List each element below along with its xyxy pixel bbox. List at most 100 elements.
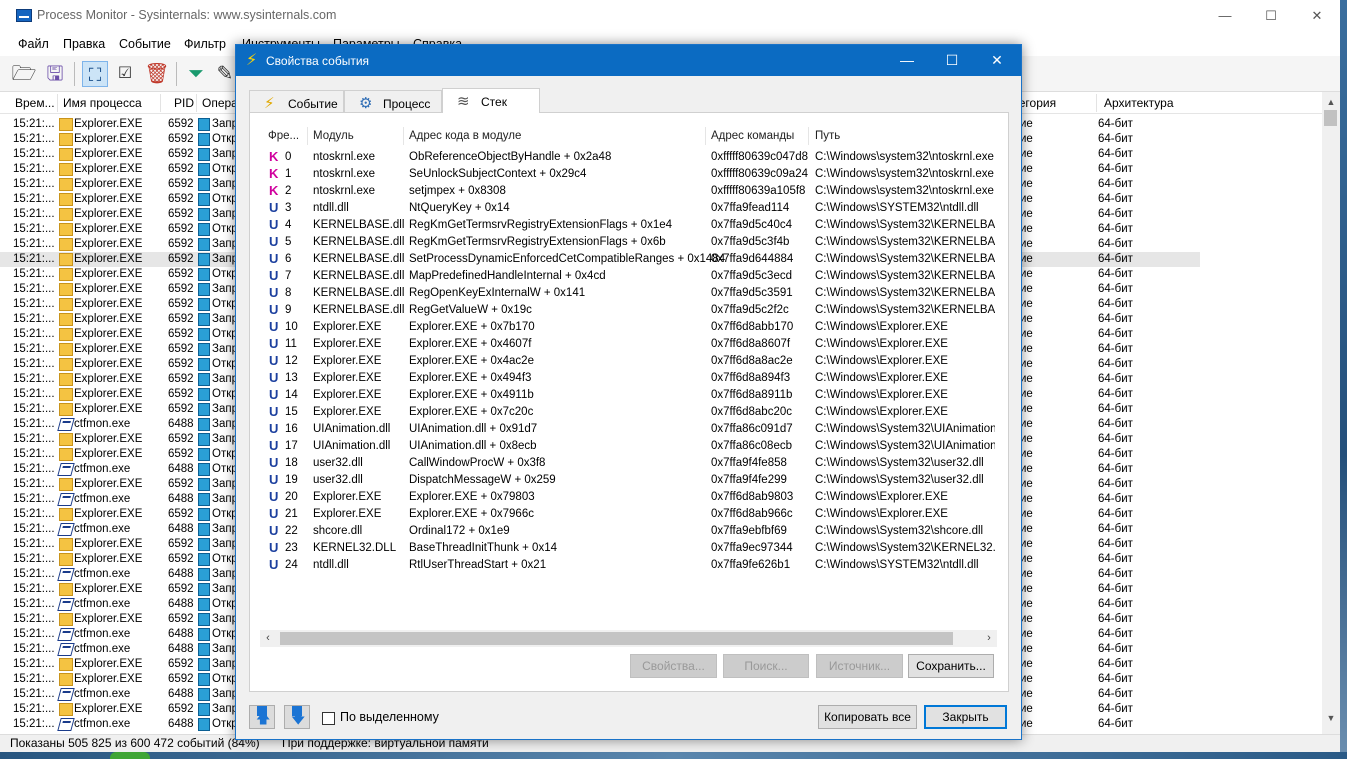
column-divider[interactable] <box>808 127 809 145</box>
properties-button[interactable]: Свойства... <box>630 654 717 678</box>
explorer-icon <box>59 433 73 446</box>
vertical-scrollbar[interactable]: ▲ ▼ <box>1322 92 1340 734</box>
stack-frame-row[interactable]: U 10 Explorer.EXE Explorer.EXE + 0x7b170 0x7… <box>250 319 1006 336</box>
stack-frame-row[interactable]: U 21 Explorer.EXE Explorer.EXE + 0x7966c 0x7… <box>250 506 1006 523</box>
cell-frame: 8 <box>285 287 292 299</box>
stack-frame-row[interactable]: U 6 KERNELBASE.dll SetProcessDynamicEnforce… <box>250 251 1006 268</box>
stack-frame-row[interactable]: U 16 UIAnimation.dll UIAnimation.dll + 0x91… <box>250 421 1006 438</box>
filter-icon[interactable]: ⏷ <box>183 61 209 87</box>
menu-event[interactable]: Событие <box>119 37 171 51</box>
tab-process[interactable]: ⚙ Процесс <box>344 90 442 112</box>
stack-frame-row[interactable]: U 19 user32.dll DispatchMessageW + 0x259 0x7… <box>250 472 1006 489</box>
column-divider[interactable] <box>705 127 706 145</box>
scroll-right-arrow[interactable]: › <box>981 630 997 647</box>
selected-only-checkbox[interactable] <box>322 712 335 725</box>
dialog-maximize-button[interactable]: ☐ <box>929 45 975 76</box>
column-divider[interactable] <box>57 94 58 112</box>
stack-frame-row[interactable]: K 0 ntoskrnl.exe ObReferenceObjectByHandle … <box>250 149 1006 166</box>
close-dialog-button[interactable]: Закрыть <box>924 705 1007 729</box>
column-divider[interactable] <box>403 127 404 145</box>
explorer-icon <box>59 478 73 491</box>
cell-architecture: 64-бит <box>1098 538 1133 550</box>
menu-filter[interactable]: Фильтр <box>184 37 226 51</box>
column-divider[interactable] <box>1096 94 1097 112</box>
scrollbar-thumb[interactable] <box>1324 110 1337 126</box>
next-event-button[interactable]: 🡇 <box>284 705 310 729</box>
capture-icon[interactable]: ⛶ <box>82 61 108 87</box>
cell-pid: 6592 <box>168 703 194 715</box>
menu-file[interactable]: Файл <box>18 37 49 51</box>
stack-frame-row[interactable]: U 13 Explorer.EXE Explorer.EXE + 0x494f3 0x7… <box>250 370 1006 387</box>
dialog-minimize-button[interactable]: — <box>884 45 930 76</box>
close-button[interactable]: ✕ <box>1294 0 1340 32</box>
stack-frame-row[interactable]: U 7 KERNELBASE.dll MapPredefinedHandleInter… <box>250 268 1006 285</box>
stack-frame-row[interactable]: U 14 Explorer.EXE Explorer.EXE + 0x4911b 0x7… <box>250 387 1006 404</box>
scroll-up-arrow[interactable]: ▲ <box>1322 94 1340 110</box>
cell-process-name: Explorer.EXE <box>74 133 143 145</box>
user-mode-icon: U <box>269 370 279 385</box>
column-architecture[interactable]: Архитектура <box>1104 96 1174 110</box>
scroll-down-arrow[interactable]: ▼ <box>1322 710 1340 726</box>
horizontal-scrollbar[interactable]: ‹ › <box>260 630 997 647</box>
cell-path: C:\Windows\Explorer.EXE <box>815 491 948 503</box>
column-pid[interactable]: PID <box>174 96 194 110</box>
minimize-button[interactable]: — <box>1202 0 1248 32</box>
column-process-name[interactable]: Имя процесса <box>63 96 142 110</box>
stack-frame-row[interactable]: U 9 KERNELBASE.dll RegGetValueW + 0x19c 0x7f… <box>250 302 1006 319</box>
stack-frame-row[interactable]: K 2 ntoskrnl.exe setjmpex + 0x8308 0xfffff80… <box>250 183 1006 200</box>
clear-icon[interactable]: 🗑 <box>144 61 170 87</box>
cell-pid: 6592 <box>168 673 194 685</box>
stack-frame-row[interactable]: U 15 Explorer.EXE Explorer.EXE + 0x7c20c 0x7… <box>250 404 1006 421</box>
stack-frame-row[interactable]: U 8 KERNELBASE.dll RegOpenKeyExInternalW + … <box>250 285 1006 302</box>
column-divider[interactable] <box>196 94 197 112</box>
open-folder-icon[interactable]: 🗁 <box>11 61 37 87</box>
stack-frame-row[interactable]: U 17 UIAnimation.dll UIAnimation.dll + 0x8e… <box>250 438 1006 455</box>
dialog-close-button[interactable]: ✕ <box>974 45 1020 76</box>
maximize-button[interactable]: ☐ <box>1248 0 1294 32</box>
stack-column-frame[interactable]: Фре... <box>268 130 299 142</box>
cell-address: 0x7ffa9d5c40c4 <box>711 219 792 231</box>
scrollbar-thumb[interactable] <box>280 632 953 645</box>
registry-icon <box>198 328 210 341</box>
cell-frame: 24 <box>285 559 298 571</box>
stack-frame-row[interactable]: U 12 Explorer.EXE Explorer.EXE + 0x4ac2e 0x7… <box>250 353 1006 370</box>
save-icon[interactable]: 🖫 <box>42 61 68 87</box>
autoscroll-icon[interactable]: ☑ <box>112 61 138 87</box>
previous-event-button[interactable]: 🡅 <box>249 705 275 729</box>
cell-process-name: Explorer.EXE <box>74 478 143 490</box>
stack-column-path[interactable]: Путь <box>815 130 840 142</box>
stack-frame-row[interactable]: U 4 KERNELBASE.dll RegKmGetTermsrvRegistryE… <box>250 217 1006 234</box>
stack-frame-row[interactable]: U 5 KERNELBASE.dll RegKmGetTermsrvRegistryE… <box>250 234 1006 251</box>
search-button[interactable]: Поиск... <box>723 654 809 678</box>
column-operation[interactable]: Опера <box>202 96 238 110</box>
stack-column-location[interactable]: Адрес кода в модуле <box>409 130 521 142</box>
cell-architecture: 64-бит <box>1098 163 1133 175</box>
tab-event[interactable]: ⚡ Событие <box>249 90 344 112</box>
stack-frame-row[interactable]: K 1 ntoskrnl.exe SeUnlockSubjectContext + 0… <box>250 166 1006 183</box>
stack-frame-row[interactable]: U 22 shcore.dll Ordinal172 + 0x1e9 0x7ffa9eb… <box>250 523 1006 540</box>
ctfmon-icon <box>57 688 75 701</box>
cell-address: 0x7ffa9d5c3ecd <box>711 270 792 282</box>
cell-time: 15:21:... <box>13 673 55 685</box>
stack-frame-row[interactable]: U 3 ntdll.dll NtQueryKey + 0x14 0x7ffa9fead1… <box>250 200 1006 217</box>
stack-frame-row[interactable]: U 20 Explorer.EXE Explorer.EXE + 0x79803 0x7… <box>250 489 1006 506</box>
stack-frame-row[interactable]: U 24 ntdll.dll RtlUserThreadStart + 0x21 0x7… <box>250 557 1006 574</box>
source-button[interactable]: Источник... <box>816 654 903 678</box>
stack-column-module[interactable]: Модуль <box>313 130 354 142</box>
scroll-left-arrow[interactable]: ‹ <box>260 630 276 647</box>
column-divider[interactable] <box>160 94 161 112</box>
menu-edit[interactable]: Правка <box>63 37 105 51</box>
stack-column-address[interactable]: Адрес команды <box>711 130 794 142</box>
explorer-icon <box>59 283 73 296</box>
column-divider[interactable] <box>307 127 308 145</box>
stack-frame-row[interactable]: U 23 KERNEL32.DLL BaseThreadInitThunk + 0x1… <box>250 540 1006 557</box>
copy-all-button[interactable]: Копировать все <box>818 705 917 729</box>
stack-frame-row[interactable]: U 11 Explorer.EXE Explorer.EXE + 0x4607f 0x7… <box>250 336 1006 353</box>
tab-stack[interactable]: ≋ Стек <box>442 88 540 113</box>
stack-frame-row[interactable]: U 18 user32.dll CallWindowProcW + 0x3f8 0x7f… <box>250 455 1006 472</box>
selected-only-label[interactable]: По выделенному <box>340 710 439 724</box>
column-time[interactable]: Врем... <box>15 96 55 110</box>
save-stack-button[interactable]: Сохранить... <box>908 654 994 678</box>
cell-pid: 6488 <box>168 418 194 430</box>
kernel-mode-icon: K <box>269 149 279 164</box>
